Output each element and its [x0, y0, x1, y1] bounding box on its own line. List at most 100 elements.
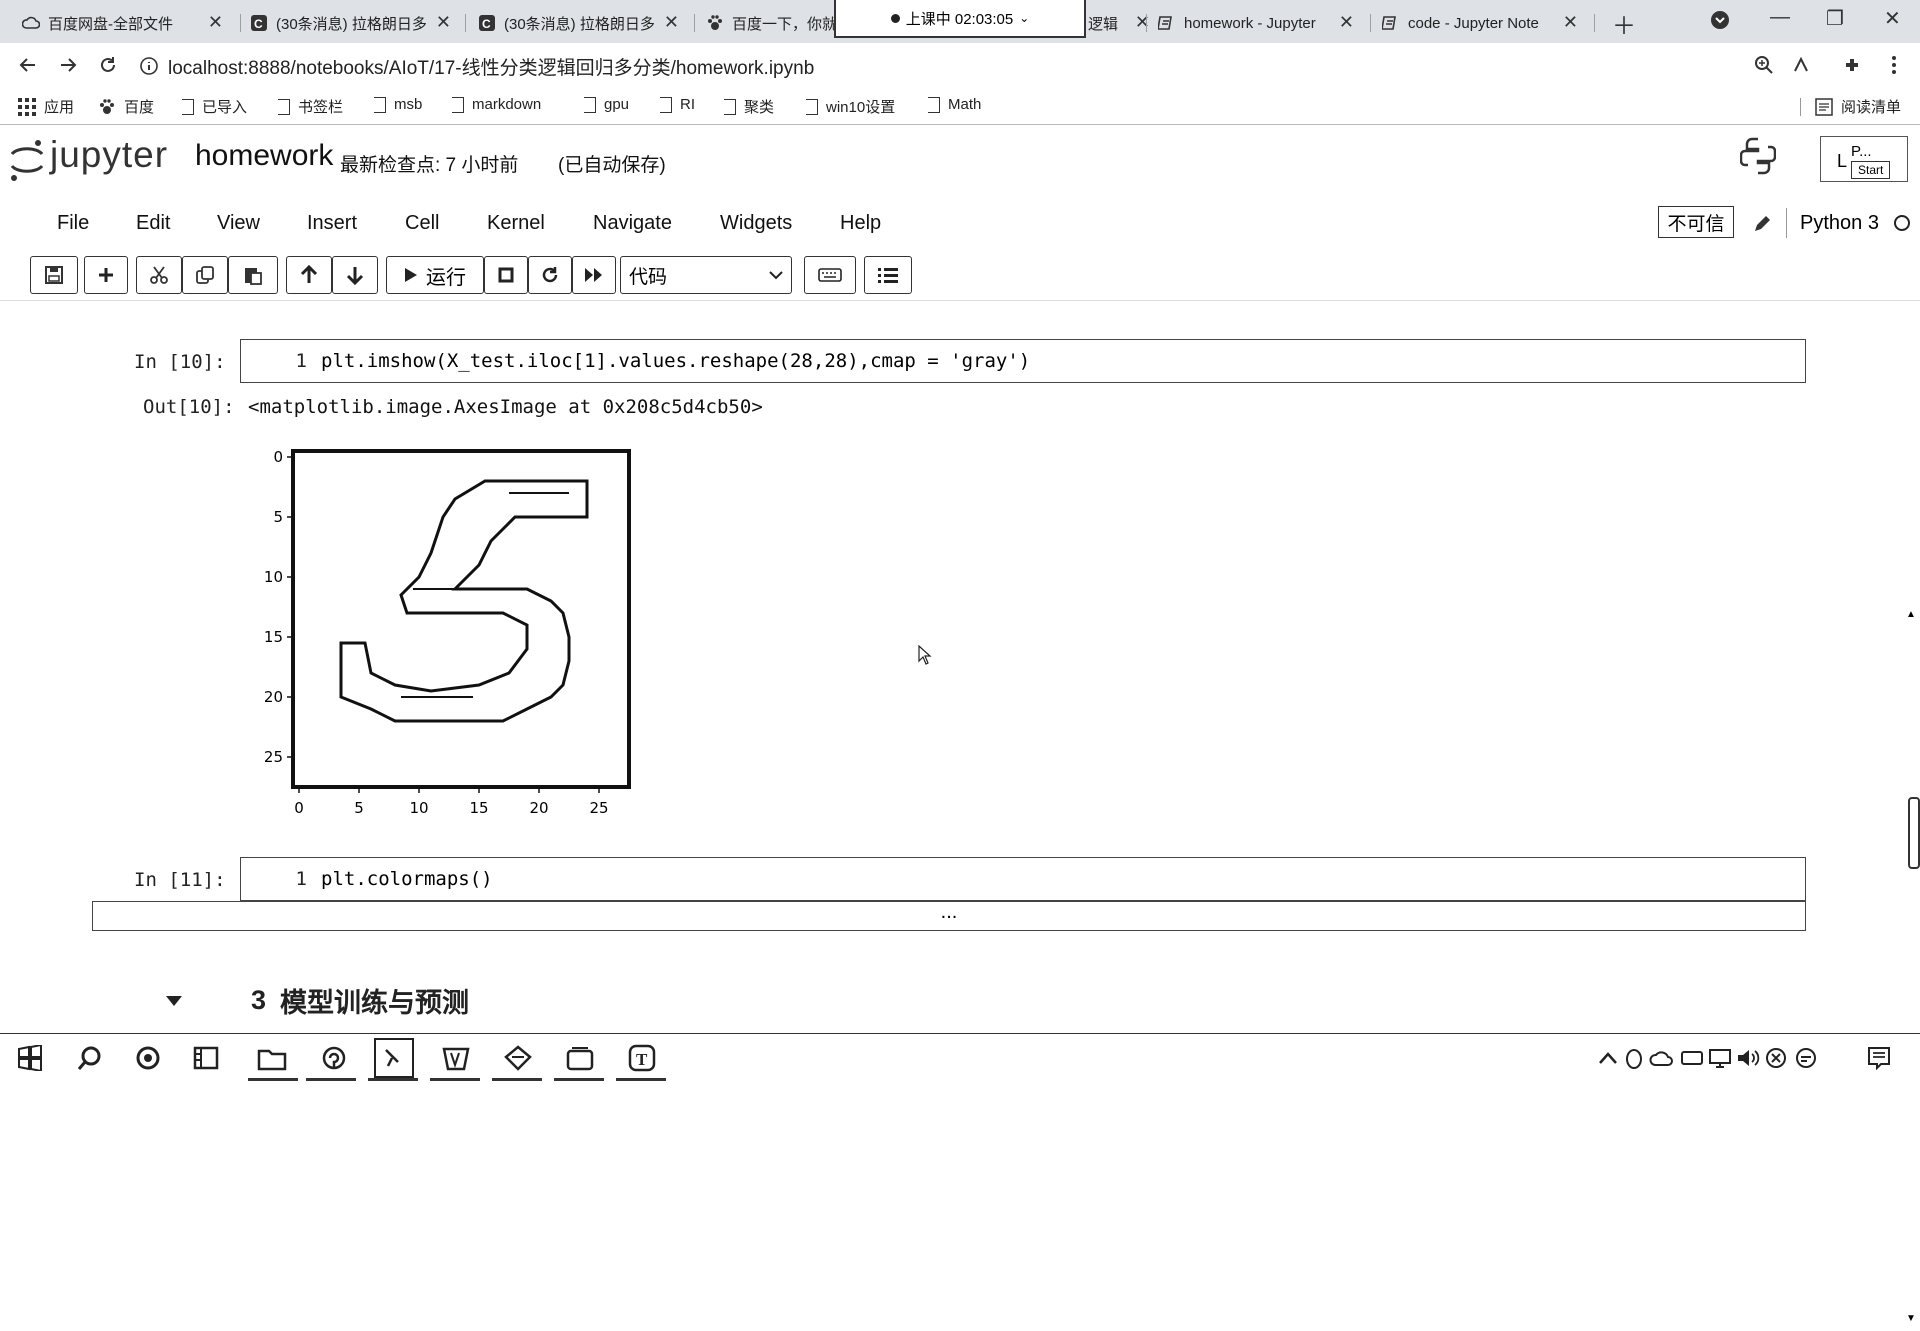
typora-icon[interactable]: T: [622, 1038, 662, 1078]
file-explorer-icon[interactable]: [252, 1038, 292, 1078]
cell-type-select[interactable]: 代码: [620, 256, 792, 294]
close-tab-icon[interactable]: ✕: [1339, 12, 1354, 33]
zoom-icon[interactable]: [1752, 53, 1776, 77]
snipping-tool-icon[interactable]: [374, 1038, 414, 1078]
code-cell-input[interactable]: 1 plt.imshow(X_test.iloc[1].values.resha…: [240, 339, 1806, 383]
more-options-icon[interactable]: [1882, 53, 1906, 77]
paste-button[interactable]: [228, 256, 278, 294]
move-up-button[interactable]: [286, 256, 332, 294]
search-icon[interactable]: [70, 1038, 110, 1078]
restart-run-all-button[interactable]: [572, 256, 616, 294]
bookmark-baidu[interactable]: 百度: [98, 96, 154, 117]
browser-tab-csdn-2[interactable]: C (30条消息) 拉格朗日多 ✕: [478, 6, 683, 40]
trust-indicator[interactable]: 不可信: [1658, 206, 1734, 238]
bookmark-math[interactable]: Math: [928, 96, 981, 113]
arrow-up-icon: [300, 265, 318, 283]
reading-list[interactable]: 阅读清单: [1800, 96, 1901, 117]
browser-tab-code[interactable]: code - Jupyter Note ✕: [1382, 6, 1582, 40]
url-field[interactable]: localhost:8888/notebooks/AIoT/17-线性分类逻辑回…: [140, 51, 1490, 81]
notebook-name[interactable]: homework: [195, 139, 333, 173]
task-view-icon[interactable]: [128, 1038, 168, 1078]
start-button[interactable]: Start: [1851, 161, 1891, 179]
site-info-icon[interactable]: [140, 57, 158, 75]
x-tick-label: 5: [354, 799, 364, 817]
collapse-caret-icon[interactable]: [165, 995, 183, 1007]
close-tab-icon[interactable]: ✕: [208, 12, 223, 33]
pycharm-icon[interactable]: [436, 1038, 476, 1078]
folder-icon: [724, 98, 736, 115]
browser-tab-baidu[interactable]: 百度一下，你就: [706, 6, 836, 40]
bookmark-msb[interactable]: msb: [374, 96, 422, 113]
code-cell-input[interactable]: 1 plt.colormaps(): [240, 857, 1806, 901]
jupyter-logo-text[interactable]: jupyter: [50, 134, 168, 176]
app-presentation-icon[interactable]: [560, 1038, 600, 1078]
save-button[interactable]: [30, 256, 78, 294]
bookmark-apps[interactable]: 应用: [18, 96, 74, 117]
input-method-icon[interactable]: [1792, 1038, 1820, 1078]
menu-cell[interactable]: Cell: [405, 212, 439, 235]
tray-display-icon[interactable]: [1706, 1038, 1734, 1078]
tray-close-circle-icon[interactable]: [1762, 1038, 1790, 1078]
browser-tab-csdn-1[interactable]: C (30条消息) 拉格朗日多 ✕: [250, 6, 455, 40]
back-arrow-icon[interactable]: [16, 53, 40, 77]
menu-insert[interactable]: Insert: [307, 212, 357, 235]
run-button[interactable]: 运行: [386, 256, 484, 294]
reload-icon[interactable]: [96, 53, 120, 77]
menu-navigate[interactable]: Navigate: [593, 212, 672, 235]
app-swirl-icon[interactable]: [314, 1038, 354, 1078]
bookmark-bookmarks-bar[interactable]: 书签栏: [278, 96, 343, 117]
windows-start-icon[interactable]: [10, 1038, 50, 1078]
insert-cell-button[interactable]: [84, 256, 128, 294]
move-down-button[interactable]: [332, 256, 378, 294]
command-palette-button[interactable]: [804, 256, 856, 294]
tray-device-icon[interactable]: [1678, 1038, 1706, 1078]
app-cube-icon[interactable]: [498, 1038, 538, 1078]
tray-overflow-icon[interactable]: [1596, 1038, 1620, 1078]
browser-tab-logic[interactable]: 逻辑 ✕: [1088, 6, 1148, 40]
notebook-container: In [10]: 1 plt.imshow(X_test.iloc[1].val…: [0, 300, 1920, 1324]
tab-search-icon[interactable]: [1710, 10, 1730, 30]
interrupt-button[interactable]: [484, 256, 528, 294]
browser-tab-baidu-pan[interactable]: 百度网盘-全部文件 ✕: [22, 6, 227, 40]
close-window-icon[interactable]: ✕: [1884, 6, 1901, 31]
jupyter-logo-icon[interactable]: [8, 138, 46, 182]
notification-center-icon[interactable]: [1864, 1038, 1894, 1078]
bookmark-imported[interactable]: 已导入: [182, 96, 247, 117]
close-tab-icon[interactable]: ✕: [664, 12, 679, 33]
close-tab-icon[interactable]: ✕: [1563, 12, 1578, 33]
edit-pencil-icon[interactable]: [1752, 214, 1772, 234]
bookmark-ri[interactable]: RI: [660, 96, 695, 113]
kernel-name[interactable]: Python 3: [1800, 212, 1879, 235]
tray-penguin-icon[interactable]: [1622, 1038, 1646, 1078]
bookmark-clustering[interactable]: 聚类: [724, 96, 774, 117]
scissors-icon: [150, 266, 168, 284]
close-tab-icon[interactable]: ✕: [436, 12, 451, 33]
browser-tab-homework[interactable]: homework - Jupyter ✕: [1158, 6, 1358, 40]
page-scrollbar[interactable]: ▲ ▼: [1904, 601, 1920, 1331]
menu-file[interactable]: File: [57, 212, 89, 235]
minimize-window-icon[interactable]: —: [1770, 6, 1790, 29]
extensions-icon[interactable]: [1840, 53, 1864, 77]
menu-view[interactable]: View: [217, 212, 260, 235]
volume-icon[interactable]: [1734, 1038, 1762, 1078]
toc-button[interactable]: [864, 256, 912, 294]
menu-widgets[interactable]: Widgets: [720, 212, 792, 235]
restore-window-icon[interactable]: ❐: [1826, 6, 1844, 31]
translate-icon[interactable]: [1790, 53, 1814, 77]
menu-edit[interactable]: Edit: [136, 212, 170, 235]
menu-help[interactable]: Help: [840, 212, 881, 235]
collapsed-output-toggle[interactable]: ...: [92, 901, 1806, 931]
bookmark-markdown[interactable]: markdown: [452, 96, 541, 113]
restart-button[interactable]: [528, 256, 572, 294]
menu-kernel[interactable]: Kernel: [487, 212, 545, 235]
cut-button[interactable]: [136, 256, 182, 294]
new-tab-button[interactable]: ＋: [1612, 6, 1636, 41]
bookmark-gpu[interactable]: gpu: [584, 96, 629, 113]
copy-button[interactable]: [182, 256, 228, 294]
bookmark-win10[interactable]: win10设置: [806, 96, 895, 117]
meeting-status-banner[interactable]: 上课中 02:03:05 ⌄: [834, 0, 1086, 38]
forward-arrow-icon[interactable]: [56, 53, 80, 77]
tray-cloud-icon[interactable]: [1648, 1038, 1676, 1078]
widgets-icon[interactable]: [186, 1038, 226, 1078]
login-widget[interactable]: L P... Start: [1820, 136, 1908, 182]
